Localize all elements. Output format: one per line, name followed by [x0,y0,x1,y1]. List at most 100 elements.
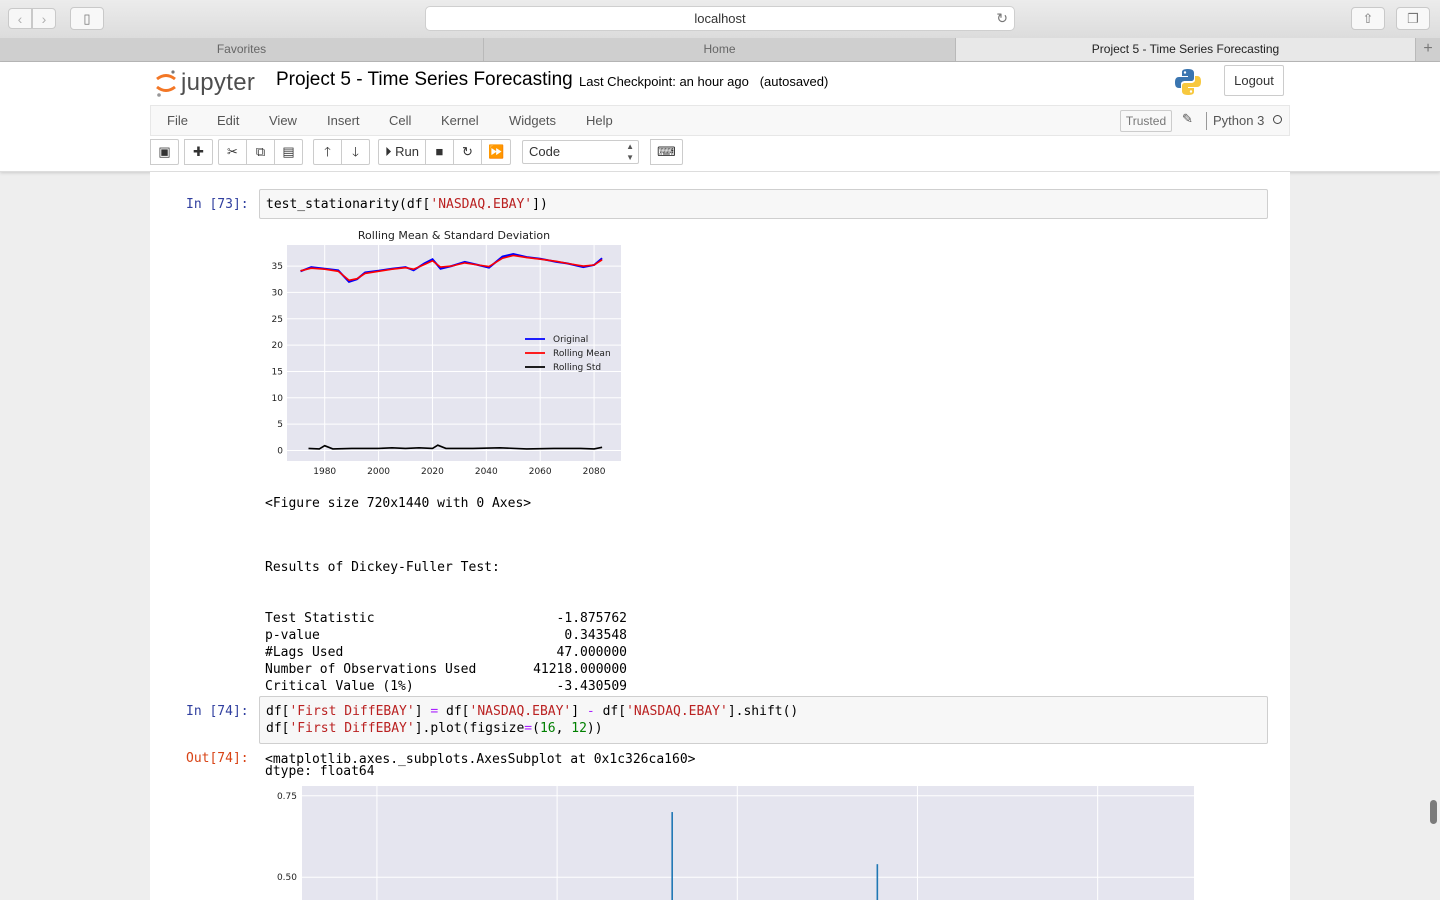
menu-file[interactable]: File [167,106,188,135]
x-tick-label: 2020 [421,467,444,477]
df-row: Test Statistic -1.875762 [265,610,627,627]
tab-favorites[interactable]: Favorites [0,38,484,61]
cut-icon[interactable]: ✂ [218,139,247,165]
menubar: File Edit View Insert Cell Kernel Widget… [150,105,1290,136]
y-tick-label: 35 [272,262,283,272]
df-row-value: 47.000000 [556,645,627,660]
y-tick-label: 5 [277,420,283,430]
paste-icon[interactable]: ▤ [274,139,303,165]
reload-icon[interactable]: ↻ [996,7,1008,30]
cell-type-value: Code [529,144,561,159]
tab-notebook[interactable]: Project 5 - Time Series Forecasting [956,38,1416,61]
y-tick-label: 15 [272,367,283,377]
kernel-idle-indicator-icon [1273,115,1282,124]
df-row-label: p-value [265,628,320,643]
forward-icon[interactable]: › [32,8,56,29]
move-group: 🡑 🡓 [313,139,370,165]
logout-button[interactable]: Logout [1224,65,1284,96]
new-tab-icon[interactable]: + [1416,38,1440,61]
df-row: Critical Value (1%) -3.430509 [265,678,627,695]
df-row-value: 41218.000000 [533,662,627,677]
insert-group: ✚ [184,139,213,165]
menu-insert[interactable]: Insert [327,106,360,135]
cell-74-input[interactable]: df['First DiffEBAY'] = df['NASDAQ.EBAY']… [259,696,1268,744]
checkpoint-status: Last Checkpoint: an hour ago (autosaved) [579,74,828,89]
cell-73-input[interactable]: test_stationarity(df['NASDAQ.EBAY']) [259,189,1268,219]
address-bar[interactable]: localhost ↻ [425,6,1015,31]
code-text: ]) [532,197,548,212]
trusted-badge[interactable]: Trusted [1120,110,1172,132]
cell-73-prompt: In [73]: [186,197,249,212]
autosave-text: (autosaved) [759,74,829,89]
first-diff-chart: 0.50 0.75 [277,786,1194,900]
run-icon: ⏵ [385,144,392,159]
jupyter-logo-text: jupyter [181,69,256,96]
notebook-title[interactable]: Project 5 - Time Series Forecasting [276,69,573,91]
x-tick-label: 1980 [313,467,336,477]
code-text: test_stationarity(df[ [266,197,431,212]
x-tick-label: 2000 [367,467,390,477]
df-row-value: 0.343548 [564,628,627,643]
page-scrollbar[interactable] [1430,800,1437,824]
df-row-value: -3.430509 [556,679,627,694]
x-tick-label: 2080 [583,467,606,477]
keyboard-shortcuts-icon[interactable]: ⌨ [650,139,683,165]
df-title: Results of Dickey-Fuller Test: [265,560,500,575]
menu-help[interactable]: Help [586,106,613,135]
rolling-stats-chart: Rolling Mean & Standard Deviation 1980 200… [272,229,621,477]
menu-cell[interactable]: Cell [389,106,411,135]
legend-label: Rolling Std [553,363,601,373]
y-tick-label: 30 [272,288,284,298]
chart-title: Rolling Mean & Standard Deviation [358,229,550,242]
kernel-name[interactable]: Python 3 [1213,106,1264,135]
tab-home[interactable]: Home [484,38,956,61]
notebook-page: In [73]: test_stationarity(df['NASDAQ.EB… [150,172,1290,900]
y-tick-label: 0.75 [277,792,297,802]
restart-icon[interactable]: ↻ [452,139,482,165]
insert-cell-icon[interactable]: ✚ [184,139,213,165]
keyboard-group: ⌨ [650,139,683,165]
df-row-label: Critical Value (1%) [265,679,414,694]
menu-view[interactable]: View [269,106,297,135]
run-group: ⏵ Run ■ ↻ ⏩ [378,139,512,165]
y-tick-label: 25 [272,315,283,325]
y-tick-label: 20 [272,341,284,351]
move-up-icon[interactable]: 🡑 [313,139,342,165]
df-row: Number of Observations Used 41218.000000 [265,661,627,678]
copy-icon[interactable]: ⧉ [246,139,275,165]
jupyter-logo-icon [156,70,176,97]
tabs-overview-icon[interactable]: ❐ [1396,7,1430,30]
df-row: p-value 0.343548 [265,627,627,644]
cell-74-out-prompt: Out[74]: [186,751,249,766]
cell-74-output-text: <matplotlib.axes._subplots.AxesSubplot a… [265,752,696,767]
df-row: #Lags Used 47.000000 [265,644,627,661]
df-row-label: Number of Observations Used [265,662,477,677]
menu-edit[interactable]: Edit [217,106,239,135]
menu-kernel[interactable]: Kernel [441,106,479,135]
kernel-divider [1206,112,1207,130]
back-icon[interactable]: ‹ [8,8,32,29]
plot-area [302,786,1194,900]
run-button[interactable]: ⏵ Run [378,139,426,165]
select-arrows-icon: ▲ ▼ [626,142,634,162]
df-row-label: Test Statistic [265,611,375,626]
menu-widgets[interactable]: Widgets [509,106,556,135]
cell-74-prompt: In [74]: [186,704,249,719]
df-row-value: -1.875762 [556,611,627,626]
share-icon[interactable]: ⇧ [1351,7,1385,30]
edit-mode-pencil-icon: ✎ [1182,111,1193,126]
sidebar-toggle-icon[interactable]: ▯ [70,7,104,30]
run-label: Run [395,144,419,159]
code-string: 'NASDAQ.EBAY' [430,197,533,212]
jupyter-logo[interactable]: jupyter [155,66,255,100]
legend-label: Rolling Mean [553,349,611,359]
browser-toolbar: ‹ › ▯ localhost ↻ ⇧ ❐ [0,0,1440,39]
df-row-label: #Lags Used [265,645,344,660]
cell-type-select[interactable]: Code ▲ ▼ [522,140,639,164]
move-down-icon[interactable]: 🡓 [341,139,370,165]
interrupt-icon[interactable]: ■ [424,139,454,165]
save-group: ▣ [150,139,179,165]
y-tick-label: 0.50 [277,873,297,883]
restart-run-all-icon[interactable]: ⏩ [480,139,512,165]
save-icon[interactable]: ▣ [150,139,179,165]
